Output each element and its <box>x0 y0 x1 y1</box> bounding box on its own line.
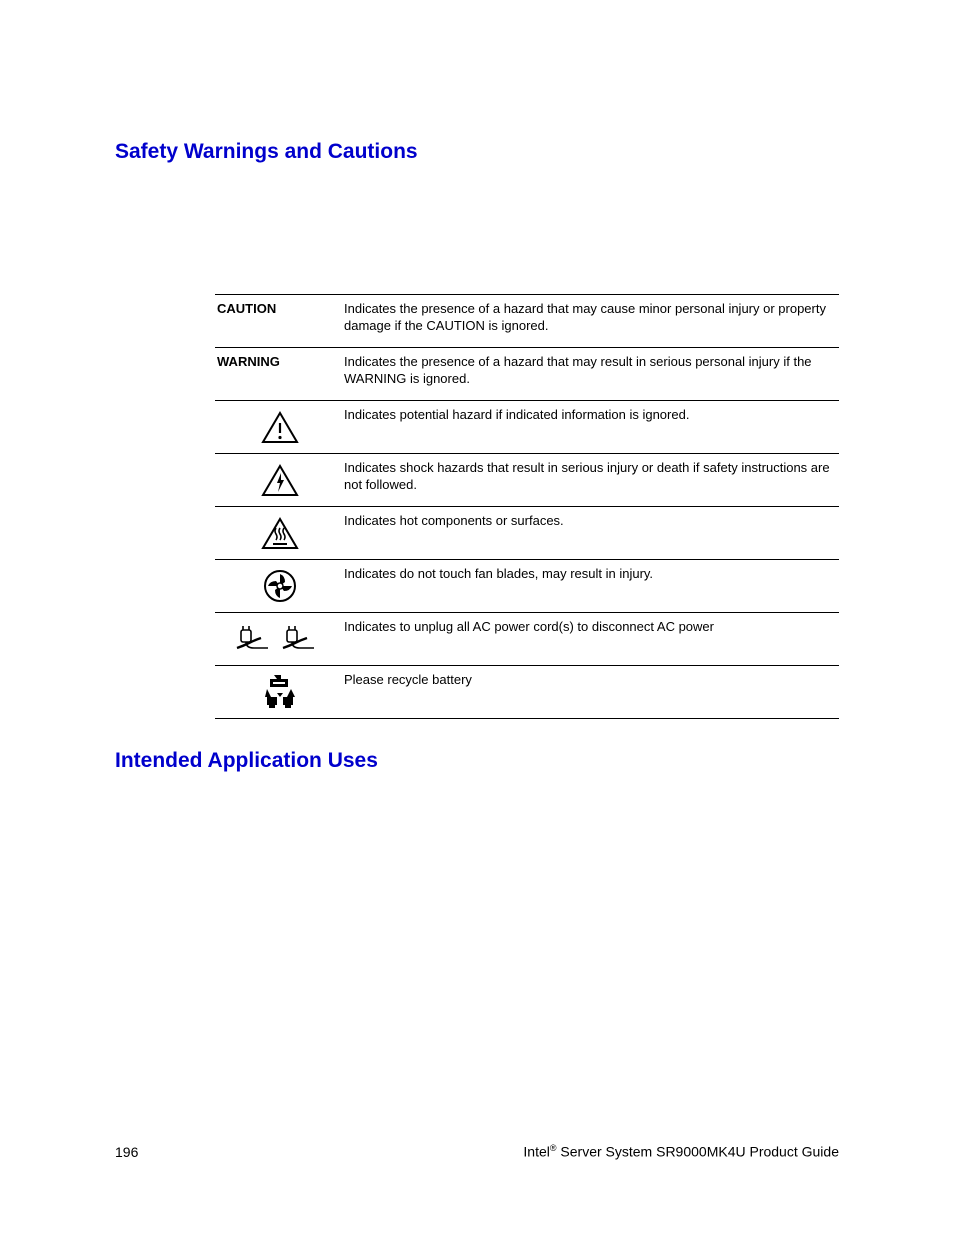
safety-warnings-heading: Safety Warnings and Cautions <box>115 140 839 164</box>
caution-desc: Indicates the presence of a hazard that … <box>344 295 839 348</box>
recycle-battery-icon <box>217 672 342 712</box>
table-row: Indicates to unplug all AC power cord(s)… <box>215 613 839 666</box>
fan-icon <box>217 566 342 606</box>
intended-uses-heading: Intended Application Uses <box>115 749 839 773</box>
table-row: Indicates hot components or surfaces. <box>215 507 839 560</box>
warning-label: WARNING <box>215 348 344 401</box>
footer-product-text: Server System SR9000MK4U Product Guide <box>557 1144 839 1160</box>
hot-triangle-icon <box>217 513 342 553</box>
table-row: Indicates potential hazard if indicated … <box>215 401 839 454</box>
table-row: WARNING Indicates the presence of a haza… <box>215 348 839 401</box>
table-row: CAUTION Indicates the presence of a haza… <box>215 295 839 348</box>
table-row: Please recycle battery <box>215 666 839 719</box>
shock-desc: Indicates shock hazards that result in s… <box>344 454 839 507</box>
safety-table: CAUTION Indicates the presence of a haza… <box>215 294 839 719</box>
warning-desc: Indicates the presence of a hazard that … <box>344 348 839 401</box>
exclaim-triangle-icon <box>217 407 342 447</box>
hot-desc: Indicates hot components or surfaces. <box>344 507 839 560</box>
table-row: Indicates shock hazards that result in s… <box>215 454 839 507</box>
footer-product-line: Intel® Server System SR9000MK4U Product … <box>523 1143 839 1160</box>
unplug-icon <box>217 619 342 659</box>
page-footer: 196 Intel® Server System SR9000MK4U Prod… <box>115 1143 839 1160</box>
footer-brand: Intel <box>523 1144 549 1160</box>
exclaim-desc: Indicates potential hazard if indicated … <box>344 401 839 454</box>
recycle-desc: Please recycle battery <box>344 666 839 719</box>
registered-mark: ® <box>550 1143 557 1153</box>
page-number: 196 <box>115 1144 138 1160</box>
fan-desc: Indicates do not touch fan blades, may r… <box>344 560 839 613</box>
caution-label: CAUTION <box>215 295 344 348</box>
shock-triangle-icon <box>217 460 342 500</box>
unplug-desc: Indicates to unplug all AC power cord(s)… <box>344 613 839 666</box>
table-row: Indicates do not touch fan blades, may r… <box>215 560 839 613</box>
